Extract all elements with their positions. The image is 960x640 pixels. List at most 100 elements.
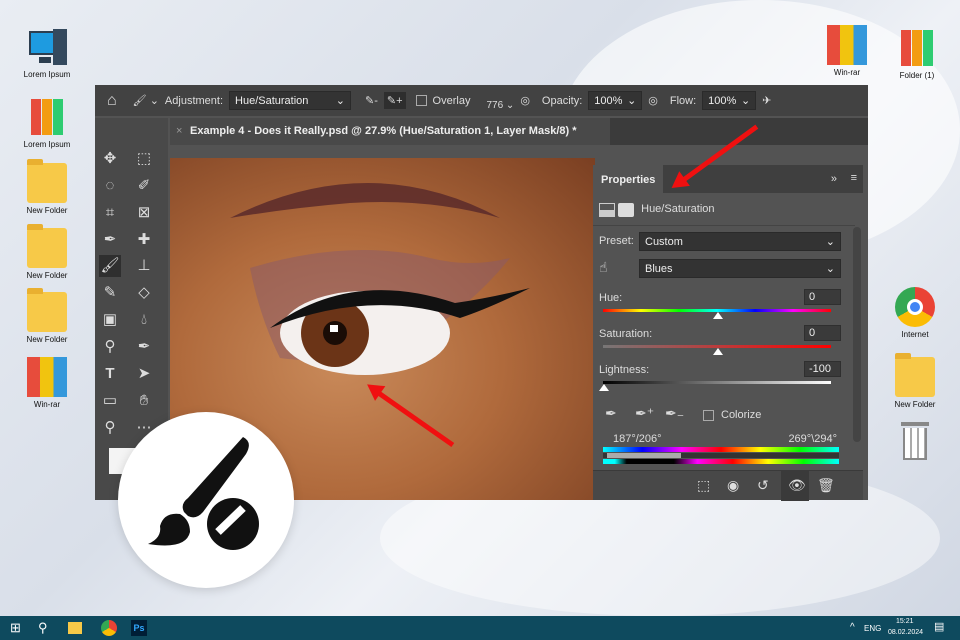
desktop-icon-binders[interactable]: Lorem Ipsum — [12, 97, 82, 149]
brush-icon — [148, 437, 259, 550]
colorize-checkbox[interactable] — [703, 410, 714, 421]
quick-select-tool-icon[interactable]: ✐ — [133, 175, 155, 197]
flow-input[interactable]: 100% ⌄ — [702, 91, 757, 110]
desktop-icon-folder[interactable]: New Folder — [12, 224, 82, 280]
path-select-tool-icon[interactable]: ➤ — [133, 363, 155, 385]
language-indicator[interactable]: ENG — [864, 624, 881, 633]
range-right-value: 269°\294° — [788, 433, 837, 445]
saturation-input[interactable]: 0 — [804, 325, 841, 341]
adjustment-label: Adjustment: — [164, 94, 224, 107]
gradient-tool-icon[interactable]: ▣ — [99, 309, 121, 331]
overlay-checkbox[interactable] — [415, 95, 427, 106]
eyedropper-icon[interactable]: ✒ — [605, 405, 617, 422]
colorize-label: Colorize — [721, 409, 762, 421]
desktop-icon-winrar[interactable]: Win-rar — [812, 25, 882, 77]
search-icon[interactable]: ⚲ — [38, 620, 48, 636]
preset-select[interactable]: Custom ⌄ — [639, 232, 841, 251]
crop-tool-icon[interactable]: ⌗ — [99, 202, 121, 224]
brush-add-icon[interactable]: ✎+ — [383, 92, 406, 109]
blur-tool-icon[interactable]: 💧︎ — [133, 309, 155, 331]
color-bar-bottom — [603, 459, 839, 464]
range-slider[interactable] — [603, 453, 839, 458]
saturation-slider-thumb[interactable] — [713, 348, 723, 355]
document-tab[interactable]: × Example 4 - Does it Really.psd @ 27.9% … — [170, 118, 610, 145]
start-icon[interactable]: ⊞ — [10, 620, 21, 636]
clock-time[interactable]: 15:21 — [896, 618, 914, 625]
home-icon[interactable]: ⌂ — [107, 92, 117, 110]
opacity-label: Opacity: — [541, 94, 583, 107]
opacity-input[interactable]: 100% ⌄ — [588, 91, 643, 110]
targeted-adjustment-hand-icon[interactable]: ☝︎ — [599, 259, 608, 276]
file-explorer-icon[interactable] — [68, 622, 82, 634]
visibility-eye-icon[interactable]: 👁︎ — [781, 471, 809, 501]
folder-icon — [27, 224, 67, 268]
frame-tool-icon[interactable]: ⊠ — [133, 202, 155, 224]
taskbar: ⊞ ⚲ Ps ^ ENG 15:21 08.02.2024 ▤ — [0, 616, 960, 640]
options-bar: ⌂ 🖌︎ ⌄ Adjustment: Hue/Saturation ⌄ ✎- ✎+… — [95, 85, 868, 116]
lightness-input[interactable]: -100 — [804, 361, 841, 377]
brush-tool-preset-icon[interactable]: 🖌︎ ⌄ — [133, 94, 159, 107]
opacity-value: 100% — [594, 94, 623, 107]
healing-tool-icon[interactable]: ✚ — [133, 229, 155, 251]
eyedropper-subtract-icon[interactable]: ✒₋ — [665, 405, 684, 422]
lasso-tool-icon[interactable]: ◌ — [99, 175, 121, 197]
collapse-panel-icon[interactable]: » — [831, 173, 837, 185]
tray-chevron-icon[interactable]: ^ — [850, 622, 855, 633]
properties-tab[interactable]: Properties — [593, 165, 664, 193]
adjustment-select[interactable]: Hue/Saturation ⌄ — [229, 91, 352, 110]
stamp-tool-icon[interactable]: ⊥ — [133, 255, 155, 277]
chevron-down-icon: ⌄ — [335, 95, 346, 107]
brush-size-picker[interactable]: 776 ⌄ — [486, 100, 514, 111]
properties-footer: ⬚ ◉ ↺ 👁︎ 🗑︎ — [593, 470, 863, 501]
dodge-tool-icon[interactable]: ⚲ — [99, 336, 121, 358]
panel-scrollbar[interactable] — [853, 227, 861, 442]
eyedropper-tool-icon[interactable]: ✒ — [99, 229, 121, 251]
chrome-taskbar-icon[interactable] — [101, 620, 117, 636]
trash-icon[interactable]: 🗑︎ — [817, 477, 835, 494]
move-tool-icon[interactable]: ✥ — [99, 148, 121, 170]
reset-icon[interactable]: ↺ — [757, 477, 769, 494]
clip-to-layer-icon[interactable]: ⬚ — [697, 477, 710, 494]
brush-subtract-icon[interactable]: ✎- — [365, 94, 378, 107]
lightness-slider-track[interactable] — [603, 381, 831, 384]
desktop-icon-internet[interactable]: Internet — [880, 287, 950, 339]
type-tool-icon[interactable]: T — [99, 363, 121, 385]
history-brush-tool-icon[interactable]: ✎ — [99, 282, 121, 304]
marquee-tool-icon[interactable]: ⬚ — [133, 148, 155, 170]
binders-icon — [897, 28, 937, 68]
clock-date[interactable]: 08.02.2024 — [888, 629, 923, 636]
panel-menu-icon[interactable]: ≡ — [851, 172, 857, 184]
pen-tool-icon[interactable]: ✒ — [133, 336, 155, 358]
desktop-icon-folder[interactable]: New Folder — [12, 159, 82, 215]
hue-label: Hue: — [599, 292, 623, 304]
chevron-down-icon: ⌄ — [740, 95, 751, 107]
close-tab-icon[interactable]: × — [176, 125, 182, 137]
desktop-icon-computer[interactable]: Lorem Ipsum — [12, 27, 82, 79]
hand-tool-icon[interactable]: ✋︎ — [133, 390, 155, 412]
desktop-icon-folder[interactable]: New Folder — [880, 353, 950, 409]
desktop-icon-winrar[interactable]: Win-rar — [12, 357, 82, 409]
eyedropper-add-icon[interactable]: ✒⁺ — [635, 405, 654, 422]
computer-icon — [27, 27, 67, 67]
pressure-size-icon[interactable]: ◎ — [520, 94, 530, 107]
lightness-slider-thumb[interactable] — [599, 384, 609, 391]
airbrush-icon[interactable]: ✈︎ — [762, 94, 771, 107]
channel-select[interactable]: Blues ⌄ — [639, 259, 841, 278]
icon-label: New Folder — [26, 335, 68, 344]
desktop-icon-trash[interactable] — [880, 420, 950, 463]
color-replacement-tool-icon[interactable]: 🖌︎ — [99, 255, 121, 277]
hue-slider-thumb[interactable] — [713, 312, 723, 319]
desktop-icon-binders[interactable]: Folder (1) — [882, 28, 952, 80]
hue-input[interactable]: 0 — [804, 289, 841, 305]
notifications-icon[interactable]: ▤ — [934, 620, 944, 633]
mask-icon[interactable] — [618, 203, 635, 217]
adjustment-icon[interactable] — [599, 203, 615, 217]
pressure-opacity-icon[interactable]: ◎ — [648, 94, 658, 107]
photoshop-taskbar-icon[interactable]: Ps — [131, 620, 147, 636]
desktop-icon-folder[interactable]: New Folder — [12, 288, 82, 344]
rectangle-tool-icon[interactable]: ▭ — [99, 390, 121, 412]
eraser-tool-icon[interactable]: ◇ — [133, 282, 155, 304]
view-previous-state-icon[interactable]: ◉ — [727, 477, 739, 494]
icon-label: New Folder — [26, 206, 68, 215]
document-tab-title: Example 4 - Does it Really.psd @ 27.9% (… — [190, 125, 577, 137]
